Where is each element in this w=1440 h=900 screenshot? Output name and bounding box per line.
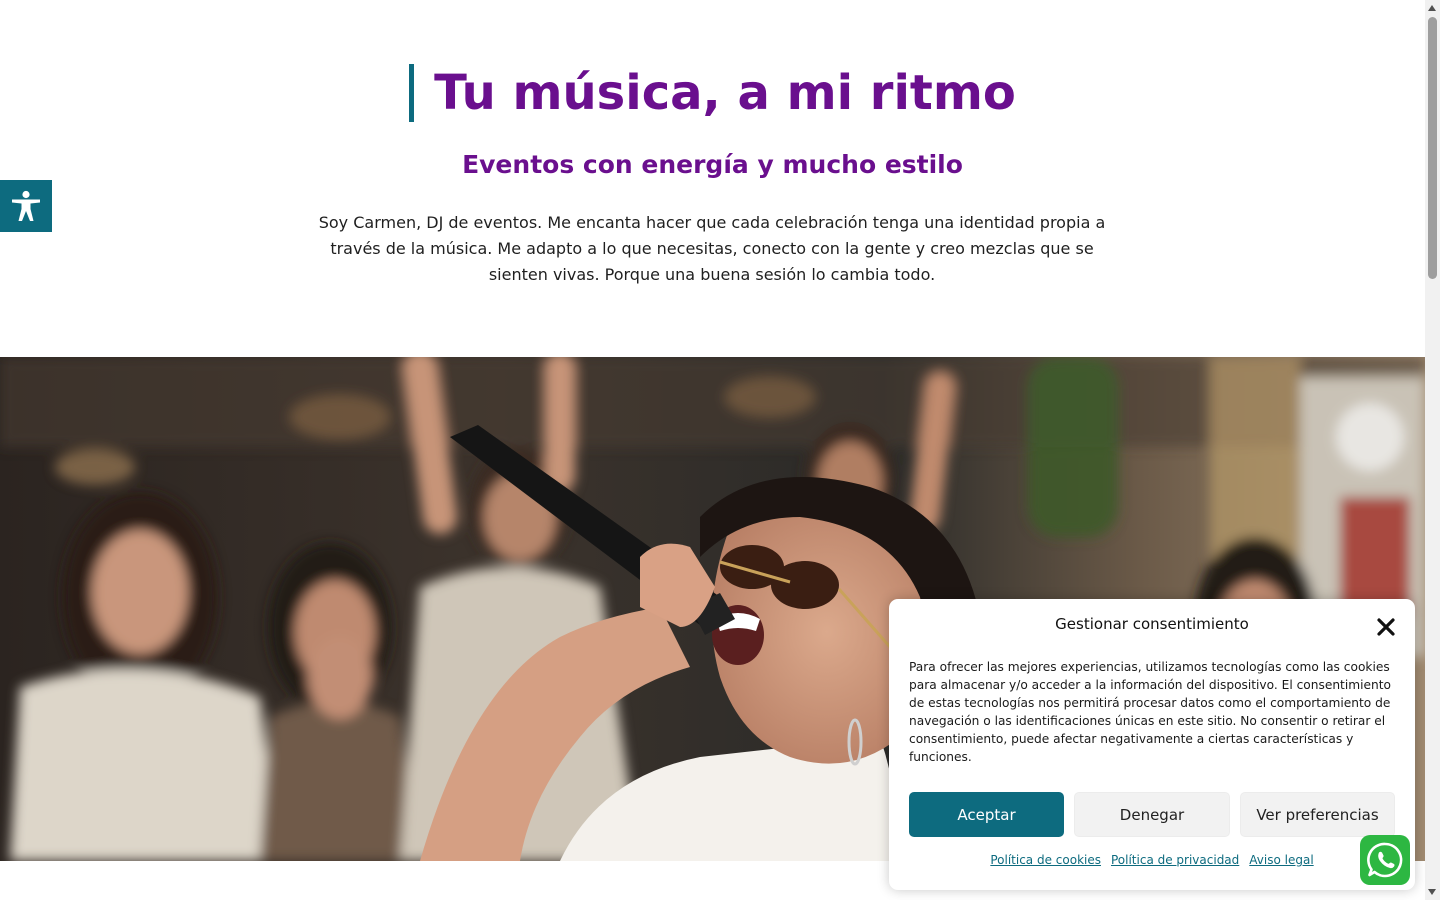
hero-intro: Soy Carmen, DJ de eventos. Me encanta ha… [318, 213, 1106, 284]
scroll-up-icon[interactable] [1428, 5, 1436, 11]
privacy-policy-link[interactable]: Política de privacidad [1111, 853, 1239, 867]
close-button[interactable] [1375, 616, 1397, 638]
cookie-links: Política de cookies Política de privacid… [889, 853, 1415, 867]
accessibility-icon [12, 190, 40, 221]
page-scrollbar[interactable] [1425, 0, 1440, 900]
cookie-policy-link[interactable]: Política de cookies [990, 853, 1101, 867]
cookie-consent-dialog: Gestionar consentimiento Para ofrecer la… [889, 599, 1415, 890]
whatsapp-icon [1367, 842, 1403, 878]
cookie-description: Para ofrecer las mejores experiencias, u… [909, 660, 1391, 764]
accessibility-button[interactable] [0, 180, 52, 232]
close-icon [1377, 618, 1395, 636]
scroll-down-icon[interactable] [1428, 889, 1436, 895]
preferences-button[interactable]: Ver preferencias [1240, 792, 1395, 837]
hero-title: Tu música, a mi ritmo [409, 64, 1016, 122]
scrollbar-thumb[interactable] [1428, 17, 1437, 279]
deny-button[interactable]: Denegar [1074, 792, 1230, 837]
accept-button[interactable]: Aceptar [909, 792, 1064, 837]
cookie-title: Gestionar consentimiento [1055, 615, 1249, 633]
hero-subtitle: Eventos con energía y mucho estilo [462, 150, 963, 179]
legal-notice-link[interactable]: Aviso legal [1249, 853, 1313, 867]
hero-title-wrap: Tu música, a mi ritmo [0, 64, 1425, 122]
whatsapp-button[interactable] [1360, 835, 1410, 885]
